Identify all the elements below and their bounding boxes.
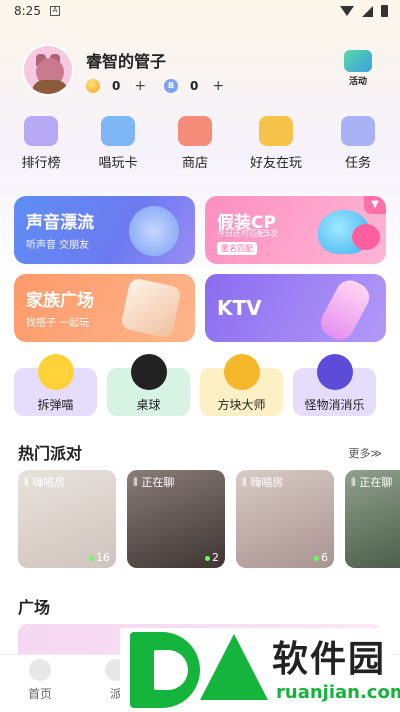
gold-coin-icon <box>86 79 100 93</box>
logo-d-icon <box>130 632 200 708</box>
notification-icon: A <box>50 6 60 16</box>
wifi-icon <box>340 6 354 16</box>
status-time: 8:25 <box>14 4 41 18</box>
game-block-master[interactable]: 方块大师 <box>200 354 283 416</box>
username[interactable]: 睿智的管子 <box>86 48 166 72</box>
game-bomb-cat[interactable]: 拆弹喵 <box>14 354 97 416</box>
watermark-logo: 软件园 ruanjian.com <box>120 628 400 712</box>
party-room-tag: 嗨唱房 <box>250 476 284 489</box>
quick-nav: 排行榜 唱玩卡 商店 好友在玩 任务 <box>0 116 400 176</box>
fake-cp-card[interactable]: ▼ 假装CP 今日还可匹配5次 匿名匹配 <box>205 196 386 264</box>
anonymous-match-badge: 匿名匹配 <box>217 242 257 255</box>
gold-recharge-button[interactable]: + <box>134 78 146 94</box>
voice-drift-title: 声音漂流 <box>26 213 94 233</box>
quick-nav-friends-playing[interactable]: 好友在玩 <box>241 116 311 171</box>
medal-icon <box>120 277 182 339</box>
party-room-count: 6 <box>321 551 328 564</box>
ktv-title: KTV <box>217 296 262 320</box>
shop-icon <box>178 116 212 146</box>
plaza-title: 广场 <box>18 598 51 617</box>
quick-nav-shop[interactable]: 商店 <box>160 116 230 171</box>
activity-button[interactable]: 活动 <box>342 50 374 87</box>
megaphone-icon <box>344 50 372 72</box>
party-room-card[interactable]: ⦀ 嗨唱房 6 <box>236 470 334 568</box>
family-plaza-title: 家族广场 <box>26 291 94 311</box>
diamond-balance: B 0 + <box>164 78 224 94</box>
activity-label: 活动 <box>348 77 367 87</box>
voice-drift-subtitle: 听声音 交朋友 <box>26 240 90 251</box>
friends-icon <box>259 116 293 146</box>
avatar[interactable] <box>22 44 74 96</box>
game-monster-match[interactable]: 怪物消消乐 <box>293 354 376 416</box>
party-room-tag: 正在聊 <box>359 476 393 489</box>
small-heart-icon <box>352 224 380 250</box>
trophy-icon <box>24 116 58 146</box>
gold-balance-value: 0 <box>112 79 121 93</box>
signal-icon <box>362 5 373 17</box>
cat-icon <box>37 354 74 390</box>
family-plaza-card[interactable]: 家族广场 找搭子 一起玩 <box>14 274 195 342</box>
voice-bottle-icon <box>129 206 179 256</box>
billiard-ball-icon <box>130 354 167 390</box>
quick-nav-tasks[interactable]: 任务 <box>323 116 393 171</box>
more-link[interactable]: 更多≫ <box>348 445 382 461</box>
gold-balance: 0 + <box>86 78 146 94</box>
diamond-coin-icon: B <box>164 79 178 93</box>
game-billiards[interactable]: 桌球 <box>107 354 190 416</box>
ktv-card[interactable]: KTV <box>205 274 386 342</box>
party-room-tag: 嗨唱房 <box>32 476 66 489</box>
party-room-card[interactable]: ⦀ 正在聊 2 <box>127 470 225 568</box>
quick-nav-sing-card[interactable]: 唱玩卡 <box>83 116 153 171</box>
battery-icon <box>381 5 388 17</box>
quick-nav-ranking[interactable]: 排行榜 <box>6 116 76 171</box>
watermark-text: 软件园 <box>272 639 387 680</box>
online-dot-icon <box>89 555 94 561</box>
fake-cp-subtitle: 今日还可匹配5次 <box>217 229 279 238</box>
monster-icon <box>316 354 353 390</box>
watermark-url: ruanjian.com <box>276 682 400 703</box>
filter-icon[interactable]: ▼ <box>364 196 386 214</box>
family-plaza-subtitle: 找搭子 一起玩 <box>26 318 90 329</box>
party-room-tag: 正在聊 <box>141 476 175 489</box>
party-room-count: 2 <box>212 551 219 564</box>
status-bar: 8:25 A <box>0 0 400 24</box>
card-icon <box>101 116 135 146</box>
party-room-count: 16 <box>96 551 110 564</box>
task-icon <box>341 116 375 146</box>
voice-drift-card[interactable]: 声音漂流 听声音 交朋友 <box>14 196 195 264</box>
online-dot-icon <box>314 555 319 561</box>
system-icons <box>340 5 388 17</box>
party-room-card[interactable]: ⦀ 正在聊 <box>345 470 400 568</box>
party-room-card[interactable]: ⦀ 嗨唱房 16 <box>18 470 116 568</box>
logo-a-icon <box>200 634 268 700</box>
microphone-icon <box>315 275 375 342</box>
diamond-balance-value: 0 <box>190 79 199 93</box>
bottom-nav-home[interactable]: 首页 <box>20 659 60 702</box>
block-icon <box>223 354 260 390</box>
home-icon <box>29 659 51 681</box>
diamond-recharge-button[interactable]: + <box>212 78 224 94</box>
online-dot-icon <box>205 555 210 561</box>
hot-party-title: 热门派对 <box>18 444 83 463</box>
